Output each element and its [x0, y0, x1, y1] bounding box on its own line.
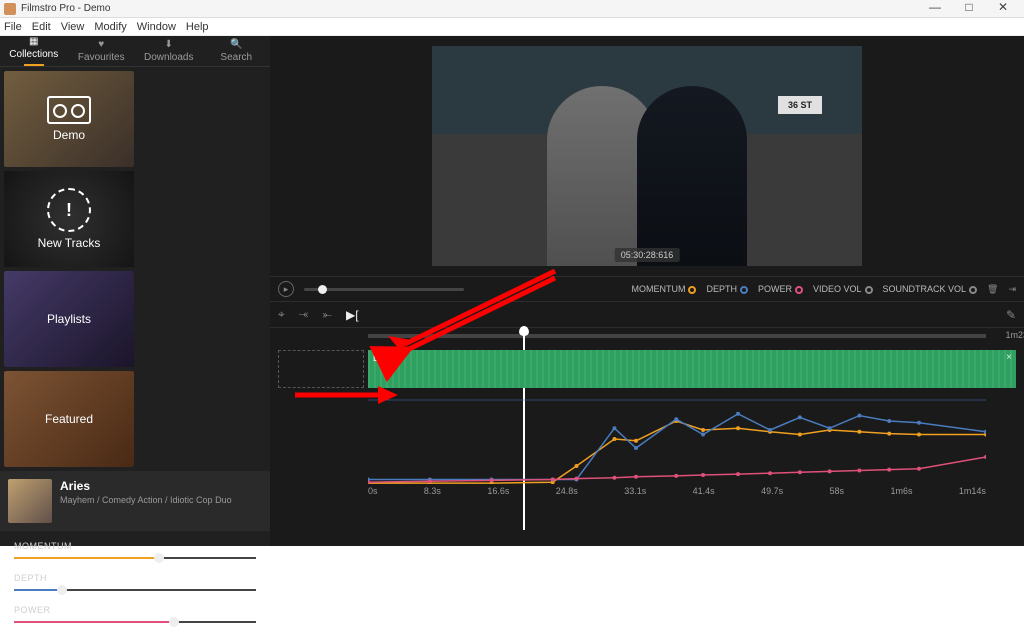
time-tick: 58s: [830, 486, 845, 500]
download-icon: ⬇: [165, 39, 173, 50]
timeline-tools: ⌖ ⤛ ⤜ ▶[ ✎: [270, 302, 1024, 328]
time-axis: 0s 8.3s 16.6s 24.8s 33.1s 41.4s 49.7s 58s 1m6s 1m…: [368, 484, 986, 500]
transport-legend-row: ▸ MOMENTUM DEPTH POWER VIDEO VOL SOUNDTR…: [270, 276, 1024, 302]
boombox-icon: [47, 96, 91, 124]
category-playlists[interactable]: Playlists: [4, 271, 134, 367]
menu-modify[interactable]: Modify: [94, 21, 126, 33]
menu-edit[interactable]: Edit: [32, 21, 51, 33]
category-demo[interactable]: Demo: [4, 71, 134, 167]
category-grid: Demo ! New Tracks Playlists Featured: [0, 67, 270, 471]
slider-depth-label: DEPTH: [14, 573, 256, 583]
category-featured[interactable]: Featured: [4, 371, 134, 467]
play-button[interactable]: ▸: [278, 281, 294, 297]
tab-search-label: Search: [220, 52, 252, 63]
time-tick: 24.8s: [556, 486, 578, 500]
menu-bar: File Edit View Modify Window Help: [0, 18, 1024, 36]
window-title: Filmstro Pro - Demo: [21, 3, 918, 14]
slider-power-label: POWER: [14, 605, 256, 615]
menu-help[interactable]: Help: [186, 21, 209, 33]
time-tick: 41.4s: [693, 486, 715, 500]
category-playlists-label: Playlists: [47, 312, 91, 326]
tab-collections-label: Collections: [9, 49, 58, 60]
figure-right: [637, 86, 747, 266]
cursor-tool[interactable]: ⌖: [278, 307, 285, 322]
legend-depth-label: DEPTH: [706, 284, 737, 294]
window-titlebar: Filmstro Pro - Demo — □ ✕: [0, 0, 1024, 18]
now-playing-subtitle: Mayhem / Comedy Action / Idiotic Cop Duo: [60, 495, 262, 505]
legend-video-vol-dot: [865, 286, 873, 294]
main-area: 36 ST 05:30:28:616 ▸ MOMENTUM DEPTH POWE…: [270, 36, 1024, 546]
nav-tabs: ▦ Collections ♥ Favourites ⬇ Downloads 🔍…: [0, 36, 270, 67]
timecode: 05:30:28:616: [615, 248, 680, 262]
category-new-label: New Tracks: [38, 236, 101, 250]
slider-momentum[interactable]: MOMENTUM: [14, 541, 256, 559]
slider-power[interactable]: POWER: [14, 605, 256, 623]
time-axis-extra: 1m23: [1005, 330, 1024, 546]
parameter-sliders: MOMENTUM DEPTH POWER: [0, 531, 270, 643]
video-viewport: 36 ST 05:30:28:616: [270, 36, 1024, 276]
category-new-tracks[interactable]: ! New Tracks: [4, 171, 134, 267]
audio-track-row: Dinlas ×: [278, 350, 1016, 388]
search-icon: 🔍: [230, 39, 242, 50]
time-tick: 33.1s: [624, 486, 646, 500]
tab-favourites[interactable]: ♥ Favourites: [68, 36, 136, 66]
time-tick: 49.7s: [761, 486, 783, 500]
audio-clip[interactable]: Dinlas ×: [368, 350, 1016, 388]
now-playing-thumbnail[interactable]: [8, 479, 52, 523]
window-close-button[interactable]: ✕: [986, 0, 1020, 18]
legend-momentum-dot: [688, 286, 696, 294]
tab-downloads-label: Downloads: [144, 52, 193, 63]
subway-sign: 36 ST: [778, 96, 822, 114]
delete-button[interactable]: 🗑: [987, 284, 998, 295]
tool-snap-right[interactable]: ⤜: [322, 307, 332, 322]
tab-search[interactable]: 🔍 Search: [203, 36, 271, 66]
slider-depth[interactable]: DEPTH: [14, 573, 256, 591]
heart-icon: ♥: [98, 39, 104, 50]
legend-momentum-label: MOMENTUM: [631, 284, 685, 294]
tab-downloads[interactable]: ⬇ Downloads: [135, 36, 203, 66]
legend-power-label: POWER: [758, 284, 792, 294]
waveform: [368, 350, 1016, 388]
time-tick: 1m6s: [890, 486, 912, 500]
slider-momentum-label: MOMENTUM: [14, 541, 256, 551]
time-tick: 16.6s: [487, 486, 509, 500]
category-featured-label: Featured: [45, 412, 93, 426]
window-maximize-button[interactable]: □: [952, 0, 986, 18]
tab-favourites-label: Favourites: [78, 52, 125, 63]
app-icon: [4, 3, 16, 15]
audio-clip-name: Dinlas: [373, 353, 398, 363]
edit-tool[interactable]: ✎: [1006, 308, 1016, 322]
category-demo-label: Demo: [53, 128, 85, 142]
set-in-point-button[interactable]: ▶[: [346, 308, 359, 322]
timeline: Dinlas × 0s 8.3s 16.6s 24.8s 33.1s 41.4s 49.7s…: [270, 328, 1024, 546]
preview-volume-slider[interactable]: [304, 288, 464, 291]
export-button[interactable]: ⇥: [1008, 284, 1016, 295]
tool-snap-left[interactable]: ⤛: [299, 307, 309, 322]
automation-graph[interactable]: [368, 394, 986, 484]
time-tick: 1m14s: [959, 486, 986, 500]
new-badge-icon: !: [47, 188, 91, 232]
sidebar: ▦ Collections ♥ Favourites ⬇ Downloads 🔍…: [0, 36, 270, 546]
legend-depth-dot: [740, 286, 748, 294]
legend-soundtrack-vol-label: SOUNDTRACK VOL: [883, 284, 967, 294]
track-drop-zone[interactable]: [278, 350, 364, 388]
legend-soundtrack-vol-dot: [969, 286, 977, 294]
tab-collections[interactable]: ▦ Collections: [0, 36, 68, 66]
grid-icon: ▦: [29, 36, 38, 47]
legend-power-dot: [795, 286, 803, 294]
menu-window[interactable]: Window: [137, 21, 176, 33]
menu-view[interactable]: View: [61, 21, 85, 33]
legend: MOMENTUM DEPTH POWER VIDEO VOL SOUNDTRAC…: [631, 284, 1016, 295]
menu-file[interactable]: File: [4, 21, 22, 33]
app-body: ▦ Collections ♥ Favourites ⬇ Downloads 🔍…: [0, 36, 1024, 546]
time-tick: 8.3s: [424, 486, 441, 500]
now-playing-title: Aries: [60, 479, 262, 493]
legend-video-vol-label: VIDEO VOL: [813, 284, 862, 294]
time-tick: 0s: [368, 486, 378, 500]
window-minimize-button[interactable]: —: [918, 0, 952, 18]
video-frame[interactable]: 36 ST 05:30:28:616: [432, 46, 862, 266]
now-playing: Aries Mayhem / Comedy Action / Idiotic C…: [0, 471, 270, 531]
timeline-ruler[interactable]: [368, 334, 986, 338]
